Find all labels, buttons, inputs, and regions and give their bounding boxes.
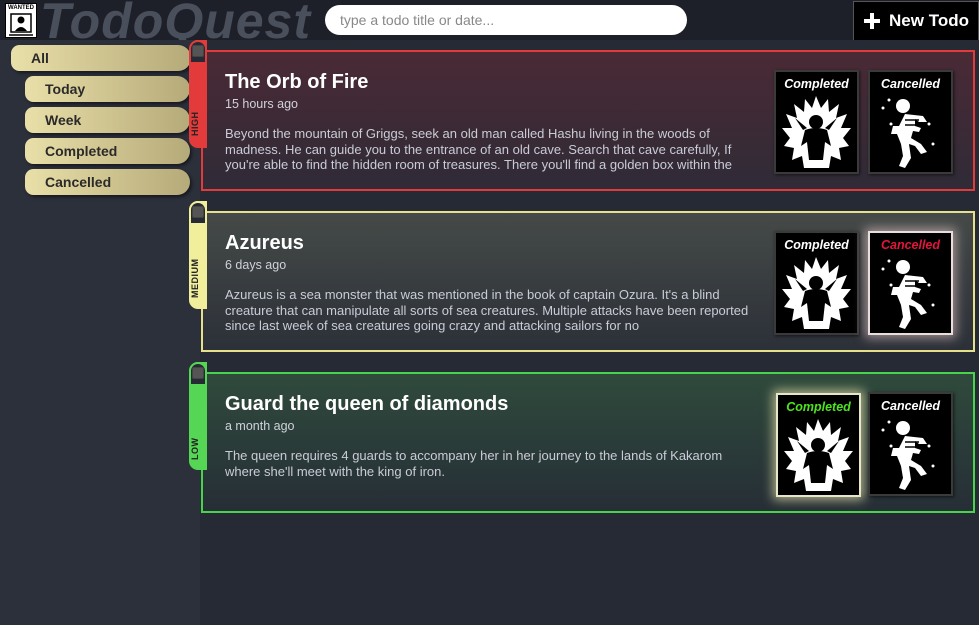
sidebar-item-cancelled[interactable]: Cancelled bbox=[25, 169, 190, 195]
priority-label: LOW bbox=[190, 437, 200, 461]
new-todo-button[interactable]: New Todo bbox=[853, 1, 979, 40]
todo-title: The Orb of Fire bbox=[225, 71, 369, 93]
sidebar-item-all[interactable]: All bbox=[11, 45, 191, 71]
todo-description: Beyond the mountain of Griggs, seek an o… bbox=[225, 126, 732, 172]
complete-label: Completed bbox=[786, 400, 851, 414]
priority-tab: LOW bbox=[189, 362, 207, 470]
priority-label: MEDIUM bbox=[190, 258, 200, 299]
cancel-button[interactable]: Cancelled bbox=[868, 392, 953, 496]
plus-icon bbox=[864, 13, 881, 29]
todo-description: The queen requires 4 guards to accompany… bbox=[225, 448, 723, 479]
cancel-label: Cancelled bbox=[880, 399, 941, 413]
todo-time: a month ago bbox=[225, 419, 295, 433]
priority-tab: MEDIUM bbox=[189, 201, 207, 309]
todo-description: Azureus is a sea monster that was mentio… bbox=[225, 287, 749, 333]
search-input[interactable] bbox=[325, 5, 687, 35]
todo-checkbox[interactable] bbox=[192, 206, 204, 218]
sidebar-item-week[interactable]: Week bbox=[25, 107, 190, 133]
zombie-icon bbox=[881, 259, 935, 329]
sidebar-item-label: Week bbox=[45, 112, 82, 128]
cancel-button[interactable]: Cancelled bbox=[868, 231, 953, 335]
sidebar-item-completed[interactable]: Completed bbox=[25, 138, 190, 164]
sidebar-item-label: All bbox=[31, 50, 49, 66]
zombie-icon bbox=[881, 98, 935, 168]
complete-button[interactable]: Completed bbox=[774, 231, 859, 335]
todo-time: 6 days ago bbox=[225, 258, 287, 272]
sidebar-item-label: Completed bbox=[45, 143, 118, 159]
complete-label: Completed bbox=[784, 238, 849, 252]
zombie-icon bbox=[881, 420, 935, 490]
complete-label: Completed bbox=[784, 77, 849, 91]
cancel-button[interactable]: Cancelled bbox=[868, 70, 953, 174]
priority-tab: HIGH bbox=[189, 40, 207, 148]
cancel-label: Cancelled bbox=[880, 238, 941, 252]
sidebar-item-today[interactable]: Today bbox=[25, 76, 190, 102]
cancel-label: Cancelled bbox=[880, 77, 941, 91]
wanted-logo-icon[interactable]: WANTED bbox=[5, 3, 37, 38]
todo-title: Guard the queen of diamonds bbox=[225, 393, 509, 415]
new-todo-label: New Todo bbox=[889, 11, 969, 30]
sidebar-item-label: Today bbox=[45, 81, 86, 97]
priority-label: HIGH bbox=[190, 111, 200, 137]
todo-title: Azureus bbox=[225, 232, 304, 254]
todo-checkbox[interactable] bbox=[192, 367, 204, 379]
flame-warrior-icon bbox=[782, 257, 851, 329]
todo-time: 15 hours ago bbox=[225, 97, 298, 111]
complete-button[interactable]: Completed bbox=[776, 393, 861, 497]
todo-checkbox[interactable] bbox=[192, 45, 204, 57]
sidebar-item-label: Cancelled bbox=[45, 174, 112, 190]
flame-warrior-icon bbox=[784, 419, 853, 491]
flame-warrior-icon bbox=[782, 96, 851, 168]
complete-button[interactable]: Completed bbox=[774, 70, 859, 174]
